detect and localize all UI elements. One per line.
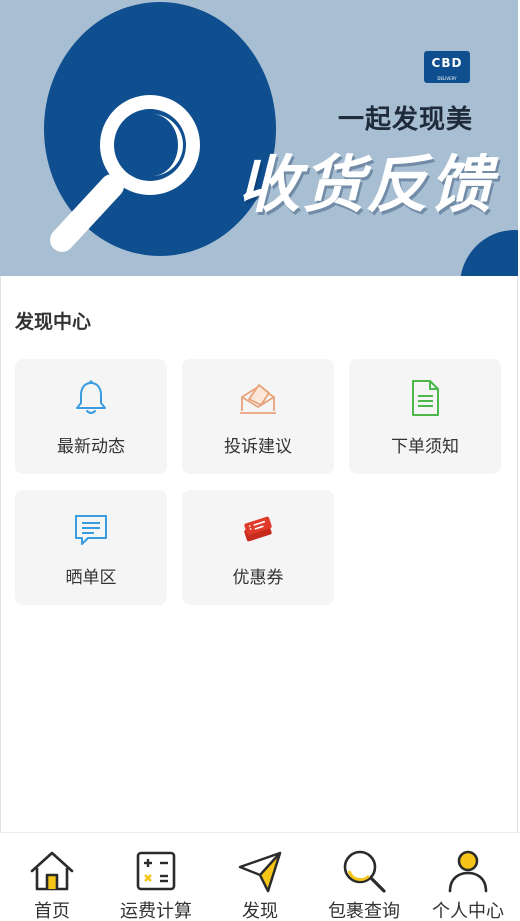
card-order-notice[interactable]: 下单须知 bbox=[349, 359, 501, 474]
section-title: 发现中心 bbox=[15, 311, 92, 333]
banner-corner-decoration bbox=[460, 230, 518, 276]
tab-package-tracking[interactable]: 包裹查询 bbox=[312, 833, 416, 921]
card-coupons[interactable]: 优惠券 bbox=[182, 490, 334, 605]
magnifier-icon bbox=[50, 95, 200, 252]
search-icon bbox=[343, 850, 386, 893]
tab-home[interactable]: 首页 bbox=[0, 833, 104, 921]
coupon-icon bbox=[244, 516, 272, 542]
banner[interactable]: CBD DELIVERY 一起发现美 收货反馈 bbox=[0, 0, 518, 276]
calculator-icon bbox=[136, 851, 176, 891]
bell-icon bbox=[76, 380, 106, 414]
tab-discover[interactable]: 发现 bbox=[208, 833, 312, 921]
card-show-orders[interactable]: 晒单区 bbox=[15, 490, 167, 605]
card-label: 优惠券 bbox=[232, 568, 284, 588]
card-label: 投诉建议 bbox=[224, 437, 292, 457]
card-label: 下单须知 bbox=[391, 437, 459, 457]
card-label: 晒单区 bbox=[65, 568, 117, 588]
brand-logo-subtext: DELIVERY bbox=[437, 76, 457, 81]
tab-label: 发现 bbox=[242, 901, 278, 921]
banner-title: 收货反馈 bbox=[238, 148, 495, 221]
document-icon bbox=[412, 380, 439, 416]
chat-bubble-icon bbox=[75, 515, 107, 545]
discover-content: 发现中心 最新动态 投诉建议 下单须知 晒单区 优惠券 bbox=[0, 276, 518, 832]
tab-profile[interactable]: 个人中心 bbox=[416, 833, 520, 921]
tab-shipping-calculator[interactable]: 运费计算 bbox=[104, 833, 208, 921]
banner-subtitle: 一起发现美 bbox=[338, 105, 474, 135]
paper-plane-icon bbox=[238, 851, 282, 893]
tab-label: 包裹查询 bbox=[328, 901, 400, 921]
bottom-tab-bar: 首页 运费计算 发现 包裹查询 个人中心 bbox=[0, 832, 520, 921]
card-latest-news[interactable]: 最新动态 bbox=[15, 359, 167, 474]
home-icon bbox=[30, 851, 74, 891]
envelope-icon bbox=[240, 384, 276, 414]
brand-logo: CBD DELIVERY bbox=[424, 51, 470, 83]
tab-label: 首页 bbox=[34, 901, 70, 921]
tab-label: 个人中心 bbox=[432, 901, 504, 921]
card-label: 最新动态 bbox=[57, 437, 125, 457]
tab-label: 运费计算 bbox=[120, 901, 192, 921]
card-complaints[interactable]: 投诉建议 bbox=[182, 359, 334, 474]
user-icon bbox=[448, 850, 488, 893]
brand-logo-text: CBD bbox=[431, 56, 463, 70]
